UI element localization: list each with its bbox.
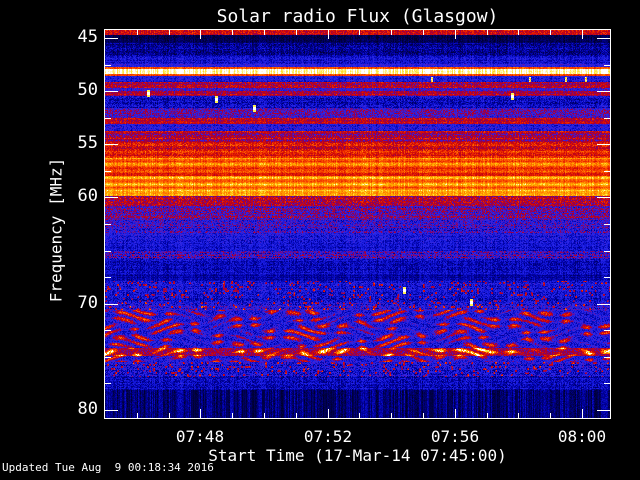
plot-area: [104, 29, 611, 419]
axis-tick: [169, 30, 170, 35]
axis-tick: [582, 30, 583, 39]
y-tick-label: 45: [77, 27, 98, 47]
axis-tick: [137, 413, 138, 418]
axis-tick: [264, 30, 265, 35]
axis-tick: [455, 30, 456, 39]
axis-tick: [455, 409, 456, 418]
axis-tick: [105, 383, 111, 384]
axis-tick: [105, 65, 111, 66]
axis-tick: [597, 197, 610, 198]
y-tick-label: 80: [77, 399, 98, 419]
axis-tick: [604, 357, 610, 358]
axis-tick: [423, 413, 424, 418]
axis-tick: [264, 413, 265, 418]
axis-tick: [550, 30, 551, 35]
page-title: Solar radio Flux (Glasgow): [216, 6, 499, 27]
axis-tick: [391, 30, 392, 35]
axis-tick: [582, 409, 583, 418]
axis-tick: [105, 330, 111, 331]
axis-tick: [518, 413, 519, 418]
x-tick-label: 07:52: [303, 427, 353, 446]
update-timestamp: Updated Tue Aug 9 00:18:34 2016: [2, 461, 214, 474]
axis-tick: [105, 144, 118, 145]
axis-tick: [359, 413, 360, 418]
axis-tick: [105, 304, 118, 305]
axis-tick: [105, 38, 118, 39]
axis-tick: [597, 38, 610, 39]
axis-tick: [328, 30, 329, 39]
axis-tick: [550, 413, 551, 418]
axis-tick: [487, 413, 488, 418]
axis-tick: [105, 224, 111, 225]
axis-tick: [597, 144, 610, 145]
spectrogram-app: Solar radio Flux (Glasgow) 45 50 55 60 70 80 …: [0, 0, 640, 480]
axis-tick: [105, 251, 111, 252]
x-tick-label: 07:56: [430, 427, 480, 446]
axis-tick: [604, 383, 610, 384]
y-axis-title: Frequency [MHz]: [46, 157, 66, 303]
axis-tick: [597, 91, 610, 92]
axis-tick: [423, 30, 424, 35]
axis-tick: [604, 330, 610, 331]
x-tick-label: 07:48: [175, 427, 225, 446]
axis-tick: [105, 118, 111, 119]
axis-tick: [169, 413, 170, 418]
y-tick-label: 55: [77, 133, 98, 153]
axis-tick: [518, 30, 519, 35]
axis-tick: [105, 410, 118, 411]
axis-tick: [604, 224, 610, 225]
axis-tick: [604, 118, 610, 119]
axis-tick: [105, 357, 111, 358]
axis-tick: [105, 91, 118, 92]
axis-tick: [105, 171, 111, 172]
axis-tick: [296, 413, 297, 418]
axis-tick: [137, 30, 138, 35]
axis-tick: [487, 30, 488, 35]
axis-tick: [391, 413, 392, 418]
axis-tick: [604, 171, 610, 172]
axis-tick: [232, 30, 233, 35]
axis-tick: [105, 277, 111, 278]
spectrogram-canvas: [105, 30, 610, 418]
axis-tick: [604, 251, 610, 252]
axis-tick: [597, 410, 610, 411]
axis-tick: [200, 30, 201, 39]
axis-tick: [105, 197, 118, 198]
axis-tick: [604, 65, 610, 66]
axis-tick: [604, 277, 610, 278]
axis-tick: [328, 409, 329, 418]
axis-tick: [359, 30, 360, 35]
y-tick-label: 50: [77, 80, 98, 100]
x-tick-label: 08:00: [557, 427, 607, 446]
axis-tick: [296, 30, 297, 35]
axis-tick: [597, 304, 610, 305]
axis-tick: [200, 409, 201, 418]
axis-tick: [232, 413, 233, 418]
